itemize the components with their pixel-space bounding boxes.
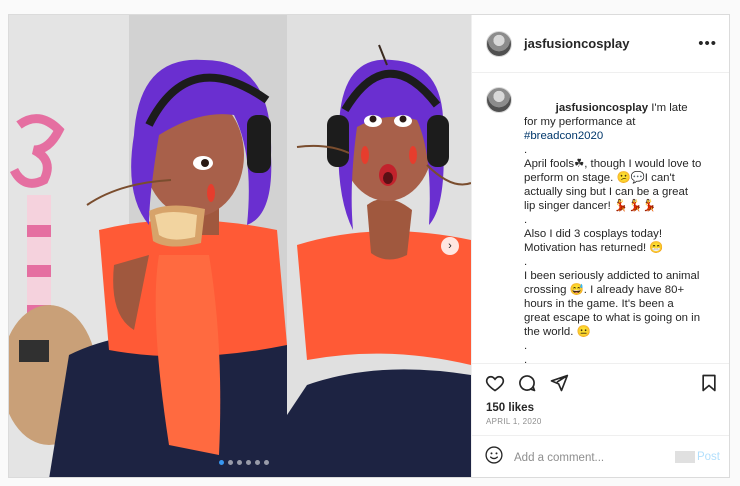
post-date: APRIL 1, 2020 [486,417,542,426]
carousel-dot [237,460,242,465]
cosplay-photo-eating-toast [9,15,287,477]
caption-author-avatar[interactable] [486,87,512,113]
caption-section: jasfusioncosplay I'm late for my perform… [472,73,729,363]
redacted-placeholder [674,451,695,464]
post-media-carousel[interactable]: › [9,15,471,477]
emoji-icon[interactable] [484,445,504,470]
hashtag-link[interactable]: #breadcon2020 [524,130,603,142]
post-actions: 150 likes APRIL 1, 2020 [472,363,729,435]
more-options-icon[interactable]: ••• [698,35,717,52]
post-sidebar: jasfusioncosplay ••• jasfusioncosplay I'… [471,15,729,477]
post-comment-button[interactable]: Post [674,451,720,464]
carousel-dot [255,460,260,465]
caption-text: jasfusioncosplay I'm late for my perform… [524,102,705,363]
author-avatar[interactable] [486,30,512,57]
add-comment-bar: Post [472,435,729,477]
carousel-dot [264,460,269,465]
comment-bubble-icon[interactable] [516,372,538,394]
comment-input[interactable] [514,451,675,464]
post-modal: › jasfusioncosplay ••• jasfusioncosplay … [8,14,730,478]
caption-author[interactable]: jasfusioncosplay [556,102,648,114]
like-heart-icon[interactable] [484,372,506,394]
carousel-indicator [219,460,269,465]
share-send-icon[interactable] [548,372,570,394]
likes-count[interactable]: 150 likes [472,402,729,414]
carousel-dot [219,460,224,465]
carousel-dot [228,460,233,465]
bookmark-icon[interactable] [698,372,720,394]
chevron-right-icon: › [448,239,452,252]
carousel-next-button[interactable]: › [441,237,459,255]
author-username[interactable]: jasfusioncosplay [524,36,629,51]
post-header: jasfusioncosplay ••• [472,15,729,73]
carousel-dot [246,460,251,465]
